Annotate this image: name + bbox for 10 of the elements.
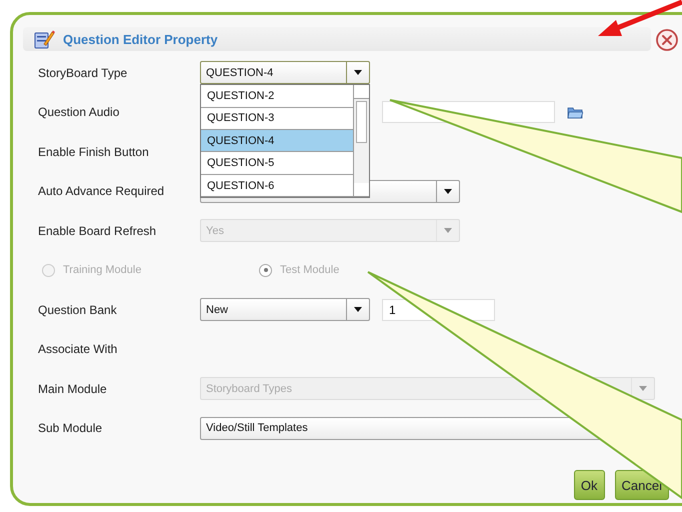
field-label: Auto Advance Required — [38, 184, 166, 198]
field-label: Main Module — [38, 382, 108, 396]
field-label: Enable Board Refresh — [38, 224, 158, 238]
dialog-title: Question Editor Property — [63, 32, 218, 46]
field-label: Question Audio — [38, 105, 120, 120]
field-label: StoryBoard Type — [38, 66, 128, 80]
field-label: Question Bank — [38, 302, 118, 317]
field-label: Sub Module — [38, 421, 104, 436]
field-label: Associate With — [38, 342, 118, 356]
field-label: Enable Finish Button — [38, 144, 150, 159]
